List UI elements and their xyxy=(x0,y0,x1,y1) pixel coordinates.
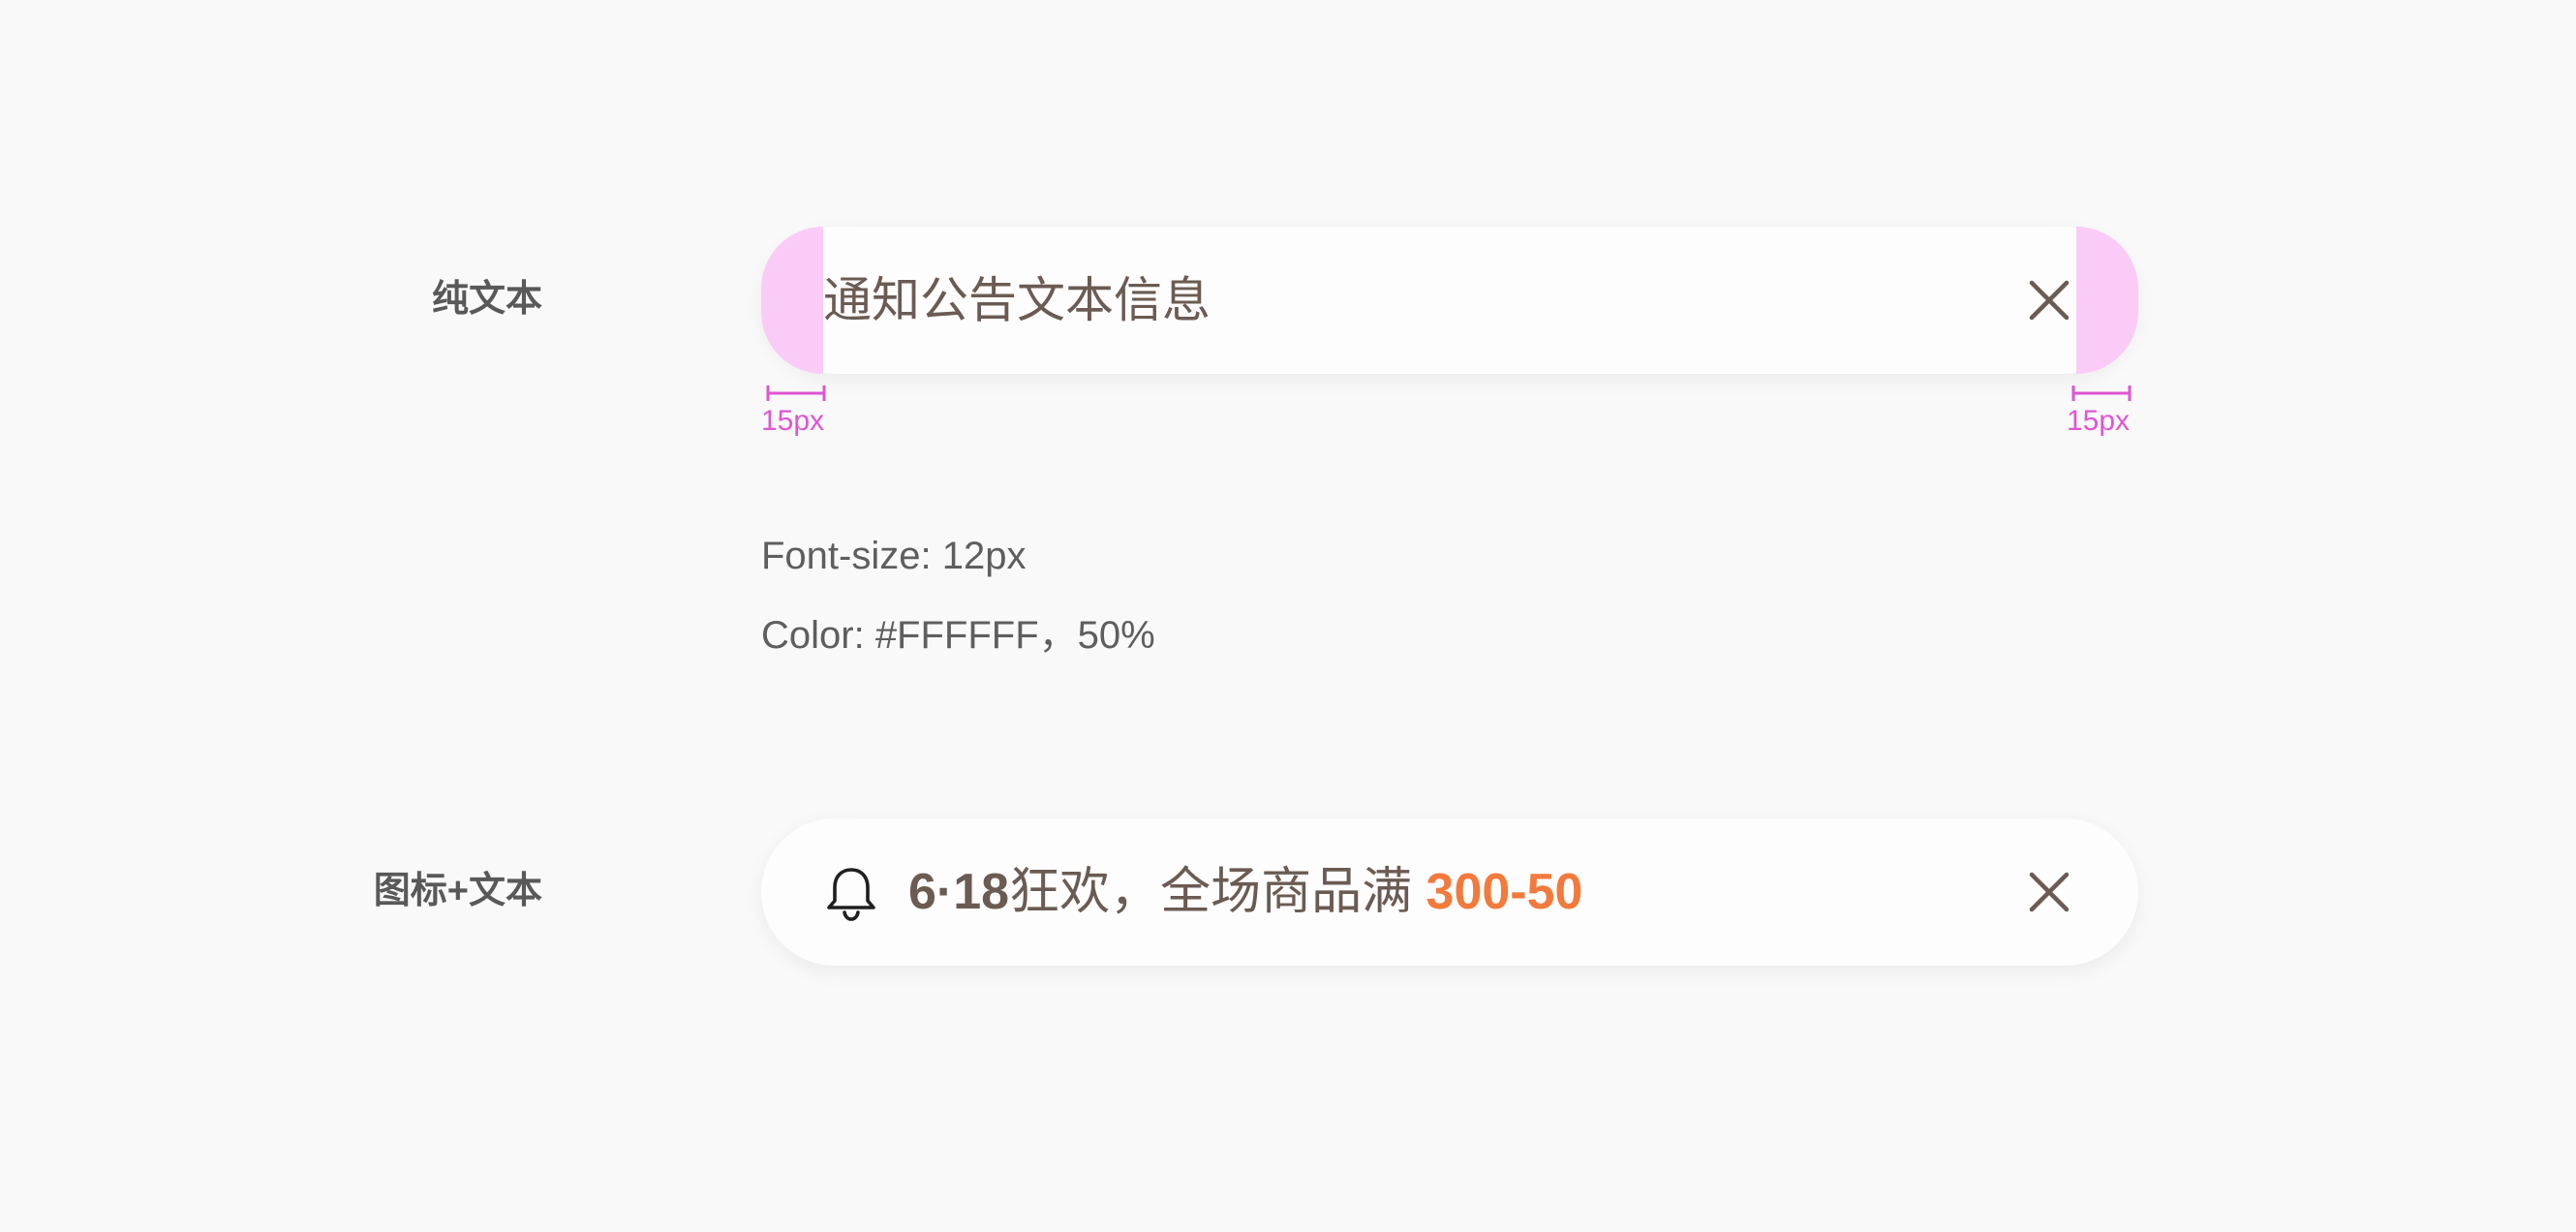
padding-measure-left xyxy=(766,384,826,403)
padding-measure-right xyxy=(2071,384,2131,403)
padding-measure-left-label: 15px xyxy=(761,405,825,437)
padding-highlight-right xyxy=(2076,227,2138,374)
bell-icon xyxy=(821,863,881,923)
promo-date: 6·18 xyxy=(908,864,1010,920)
promo-text: 6·18狂欢，全场商品满 300-50 xyxy=(908,818,1582,966)
padding-measure-right-label: 15px xyxy=(2067,405,2131,437)
promo-discount: 300-50 xyxy=(1426,864,1583,920)
spec-color: Color: #FFFFFF，50% xyxy=(761,614,1155,657)
close-icon[interactable] xyxy=(2024,867,2074,917)
spec-font-size: Font-size: 12px xyxy=(761,535,1027,577)
row-label-icon-text: 图标+文本 xyxy=(373,871,542,911)
notice-bar-plain: 通知公告文本信息 xyxy=(761,227,2138,374)
close-icon[interactable] xyxy=(2024,275,2074,325)
promo-message: 狂欢，全场商品满 xyxy=(1009,864,1426,920)
padding-highlight-left xyxy=(761,227,823,374)
row-label-plain-text: 纯文本 xyxy=(431,279,542,320)
notice-bar-promo: 6·18狂欢，全场商品满 300-50 xyxy=(761,818,2138,966)
notice-text: 通知公告文本信息 xyxy=(823,273,1211,327)
